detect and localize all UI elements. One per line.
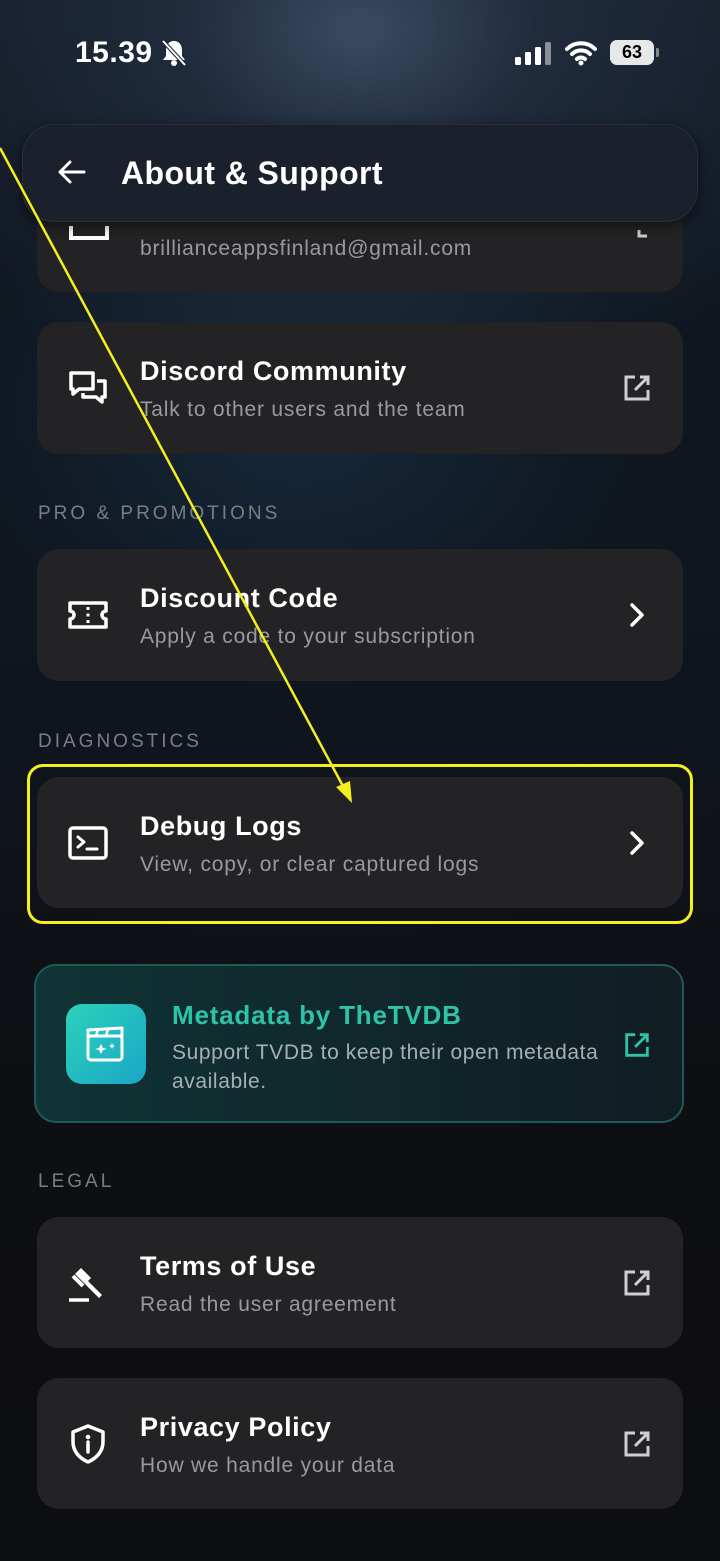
signal-icon — [515, 42, 551, 65]
tvdb-logo — [66, 1004, 146, 1084]
battery-nub — [656, 48, 659, 57]
terms-title: Terms of Use — [140, 1251, 317, 1281]
mail-icon — [69, 226, 109, 240]
external-link-icon — [624, 1270, 650, 1295]
section-pro-promotions: PRO & PROMOTIONS — [38, 503, 281, 524]
discord-community-card[interactable]: Discord Community Talk to other users an… — [37, 322, 683, 454]
external-link-icon — [624, 1431, 650, 1456]
shield-info-icon — [71, 1423, 105, 1464]
tvdb-metadata-card[interactable]: Metadata by TheTVDB Support TVDB to keep… — [34, 964, 684, 1123]
gavel-icon — [69, 1267, 102, 1302]
chat-icon — [69, 371, 107, 404]
discord-subtitle: Talk to other users and the team — [140, 398, 466, 421]
bell-off-icon — [161, 39, 187, 67]
battery-icon: 63 — [610, 40, 654, 65]
tvdb-description: Support TVDB to keep their open metadata… — [172, 1041, 599, 1093]
ticket-icon — [68, 601, 108, 629]
wifi-icon — [565, 41, 597, 66]
email-address: brillianceappsfinland@gmail.com — [140, 237, 473, 260]
external-link-icon — [624, 375, 650, 401]
top-app-bar: About & Support — [22, 124, 698, 222]
terms-of-use-card[interactable]: Terms of Use Read the user agreement — [37, 1217, 683, 1348]
discount-subtitle: Apply a code to your subscription — [140, 625, 476, 648]
privacy-policy-card[interactable]: Privacy Policy How we handle your data — [37, 1378, 683, 1509]
external-link-icon — [637, 230, 647, 238]
annotation-highlight-box — [27, 764, 693, 924]
tvdb-title: Metadata by TheTVDB — [172, 1000, 462, 1030]
discount-code-card[interactable]: Discount Code Apply a code to your subsc… — [37, 549, 683, 681]
discord-title: Discord Community — [140, 356, 407, 386]
privacy-title: Privacy Policy — [140, 1412, 332, 1442]
discount-title: Discount Code — [140, 583, 339, 613]
section-diagnostics: DIAGNOSTICS — [38, 731, 202, 752]
privacy-subtitle: How we handle your data — [140, 1454, 396, 1477]
chevron-right-icon — [630, 603, 644, 627]
external-link-icon[interactable] — [622, 1030, 652, 1060]
back-arrow-icon[interactable] — [57, 157, 87, 187]
terms-subtitle: Read the user agreement — [140, 1293, 397, 1316]
clapperboard-icon — [86, 1026, 124, 1062]
page-title: About & Support — [121, 155, 383, 191]
section-legal: LEGAL — [38, 1171, 115, 1192]
status-time: 15.39 — [75, 36, 153, 69]
